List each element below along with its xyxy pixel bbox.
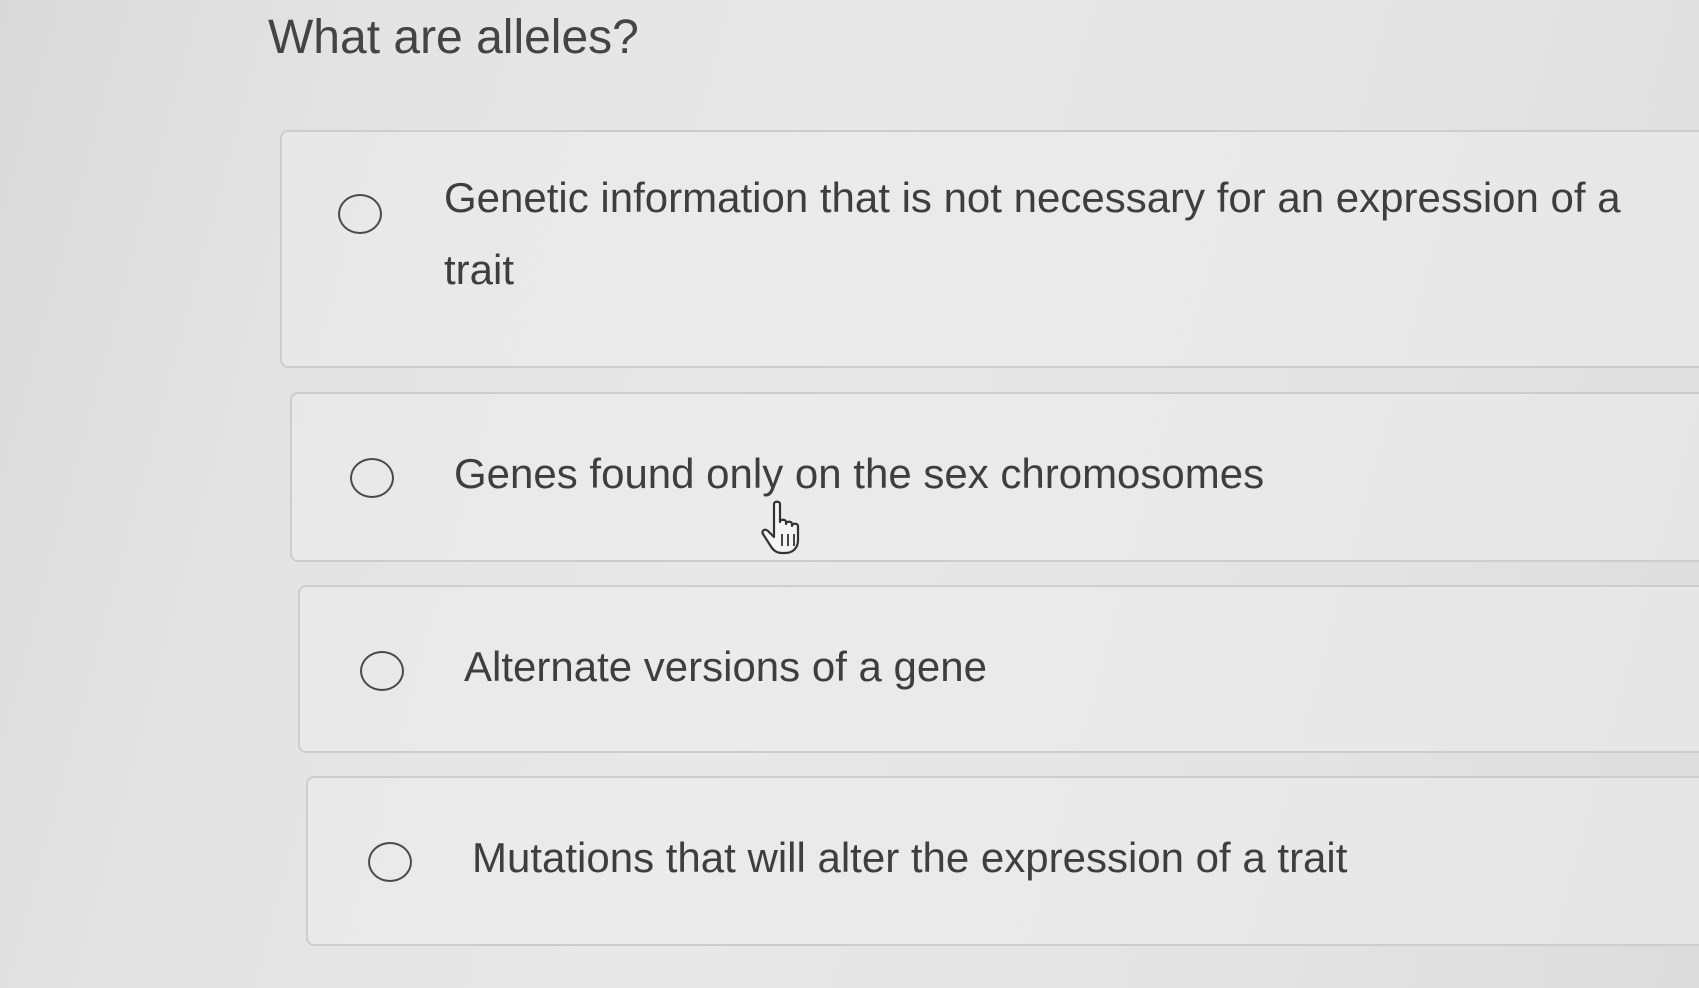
option-2-label: Genes found only on the sex chromosomes <box>454 450 1265 497</box>
answer-option-1[interactable]: Genetic information that is not necessar… <box>280 130 1699 368</box>
radio-button-option-2[interactable] <box>350 458 394 498</box>
hand-pointer-icon <box>761 500 800 555</box>
radio-button-option-3[interactable] <box>360 651 404 691</box>
question-title: What are alleles? <box>268 11 639 64</box>
answer-option-2[interactable]: Genes found only on the sex chromosomes <box>290 392 1699 562</box>
radio-button-option-4[interactable] <box>368 842 412 882</box>
answer-option-3[interactable]: Alternate versions of a gene <box>298 585 1699 753</box>
answer-option-4[interactable]: Mutations that will alter the expression… <box>306 776 1699 946</box>
option-3-label: Alternate versions of a gene <box>464 643 987 690</box>
option-1-label: Genetic information that is not necessar… <box>444 174 1621 293</box>
radio-button-option-1[interactable] <box>338 194 382 234</box>
option-4-label: Mutations that will alter the expression… <box>472 834 1348 881</box>
